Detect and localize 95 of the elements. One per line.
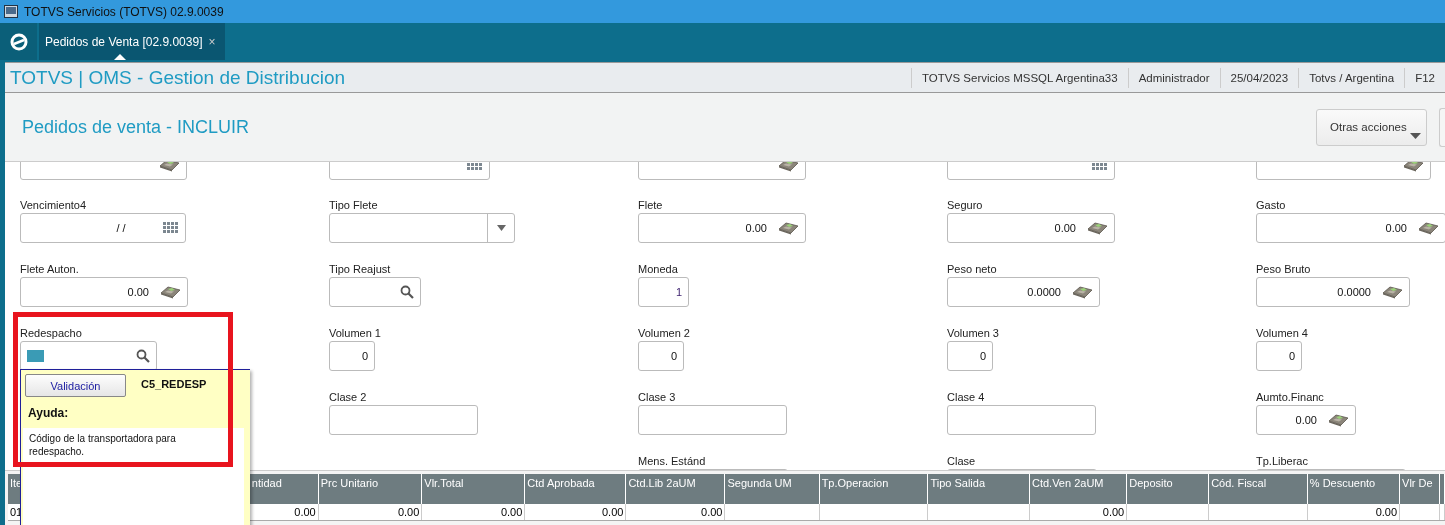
field-label: Gasto: [1256, 198, 1287, 212]
field-label: Flete: [638, 198, 664, 212]
text-field[interactable]: [638, 405, 787, 435]
tab[interactable]: Pedidos de Venta [02.9.0039] ×: [39, 23, 226, 60]
table-cell: 0.00: [421, 504, 525, 521]
date-field[interactable]: / /: [20, 213, 186, 243]
field-label: Clase 4: [947, 390, 986, 404]
text-field[interactable]: 0: [638, 341, 684, 371]
calendar-icon[interactable]: [1092, 162, 1108, 171]
table-cell: 0.00: [524, 504, 626, 521]
lookup-field[interactable]: [329, 277, 421, 307]
column-header[interactable]: Tipo Salida: [927, 474, 1030, 504]
column-header[interactable]: Segunda UM: [724, 474, 820, 504]
field-label: Volumen 1: [329, 326, 382, 340]
column-header[interactable]: Deposito: [1126, 474, 1209, 504]
text-field[interactable]: 0: [947, 341, 993, 371]
calendar-icon[interactable]: [163, 222, 179, 234]
window-icon: [4, 5, 18, 18]
amount-field[interactable]: 0.0000: [947, 277, 1100, 307]
text-field[interactable]: 0: [1256, 341, 1302, 371]
text-field[interactable]: 1: [638, 277, 689, 307]
column-header[interactable]: Cód. Fiscal: [1208, 474, 1308, 504]
field-label: Aumto.Financ: [1256, 390, 1325, 404]
search-icon[interactable]: [400, 285, 414, 299]
calculator-icon[interactable]: [1086, 221, 1108, 235]
header-info: Administrador: [1127, 67, 1220, 88]
validation-button[interactable]: Validación: [25, 374, 126, 397]
search-icon[interactable]: [136, 349, 150, 363]
header-info: F12: [1404, 67, 1445, 88]
caret-icon[interactable]: [1410, 132, 1421, 139]
calculator-icon[interactable]: [158, 162, 180, 172]
amount-field[interactable]: 0.00: [1256, 213, 1445, 243]
field-label: Clase 3: [638, 390, 677, 404]
amount-field[interactable]: 0.0000: [1256, 277, 1410, 307]
field-label: Volumen 3: [947, 326, 1000, 340]
table-cell: 0.00: [1029, 504, 1127, 521]
table-cell: 0.00: [249, 504, 319, 521]
amount-field[interactable]: 0.00: [1256, 405, 1356, 435]
calculator-icon[interactable]: [1417, 221, 1439, 235]
field-label: Volumen 4: [1256, 326, 1309, 340]
field-name: C5_REDESP: [141, 378, 207, 390]
column-header[interactable]: % Descuento: [1307, 474, 1400, 504]
app-title: TOTVS | OMS - Gestion de Distribucion: [9, 66, 347, 89]
column-header[interactable]: Vlr.Total: [421, 474, 525, 504]
text-field[interactable]: [947, 405, 1096, 435]
field-label: Tp.Liberac: [1256, 454, 1309, 468]
text-field[interactable]: 0: [329, 341, 375, 371]
calculator-icon[interactable]: [1381, 285, 1403, 299]
calendar-icon[interactable]: [467, 162, 483, 171]
field-label: Peso neto: [947, 262, 998, 276]
table-cell: 0.00: [318, 504, 422, 521]
column-header[interactable]: Vlr De: [1399, 474, 1440, 504]
calculator-icon[interactable]: [1327, 413, 1349, 427]
field-label: Peso Bruto: [1256, 262, 1312, 276]
calculator-icon[interactable]: [777, 221, 799, 235]
field-label: Volumen 2: [638, 326, 691, 340]
calculator-icon[interactable]: [1402, 162, 1424, 172]
column-header[interactable]: Ctd.Ven 2aUM: [1029, 474, 1127, 504]
page-title: Pedidos de venta - INCLUIR: [21, 116, 251, 138]
calculator-icon[interactable]: [777, 162, 799, 172]
amount-field[interactable]: 0.00: [638, 213, 806, 243]
dropdown-field[interactable]: [329, 213, 515, 243]
column-header[interactable]: Ctd.Lib 2aUM: [625, 474, 725, 504]
field-label: Clase 2: [329, 390, 368, 404]
window-title: TOTVS Servicios (TOTVS) 02.9.0039: [24, 4, 224, 19]
amount-field[interactable]: 0.00: [20, 277, 188, 307]
calculator-icon[interactable]: [1071, 285, 1093, 299]
table-cell: 0.00: [625, 504, 725, 521]
field-label: Flete Auton.: [20, 262, 80, 276]
close-icon[interactable]: ×: [208, 34, 216, 49]
column-header[interactable]: Prc Unitario: [318, 474, 422, 504]
column-header[interactable]: Tp.Operacion: [819, 474, 928, 504]
help-title: Ayuda:: [28, 406, 69, 420]
lookup-field[interactable]: [20, 341, 157, 371]
field-label: Tipo Reajust: [329, 262, 392, 276]
column-header[interactable]: Ctd Aprobada: [524, 474, 626, 504]
calculator-icon[interactable]: [159, 285, 181, 299]
field-label: Clase: [947, 454, 977, 468]
field-label: Mens. Estánd: [638, 454, 707, 468]
header-info: Totvs / Argentina: [1298, 67, 1405, 88]
field-label: Moneda: [638, 262, 679, 276]
header-info: 25/04/2023: [1219, 67, 1299, 88]
header-info: TOTVS Servicios MSSQL Argentina33: [911, 67, 1128, 88]
field-label: Tipo Flete: [329, 198, 379, 212]
column-header[interactable]: ntidad: [249, 474, 319, 504]
amount-field[interactable]: 0.00: [947, 213, 1115, 243]
field-label: Seguro: [947, 198, 984, 212]
table-cell: 0.00: [1307, 504, 1400, 521]
field-label: Redespacho: [20, 326, 83, 340]
actions-button[interactable]: Otras acciones: [1316, 108, 1427, 146]
help-text: Código de la transportadora para redespacho.: [28, 432, 177, 459]
field-label: Vencimiento4: [20, 198, 88, 212]
logo-icon[interactable]: [9, 32, 28, 51]
text-field[interactable]: [329, 405, 478, 435]
caret-icon[interactable]: [496, 225, 506, 231]
